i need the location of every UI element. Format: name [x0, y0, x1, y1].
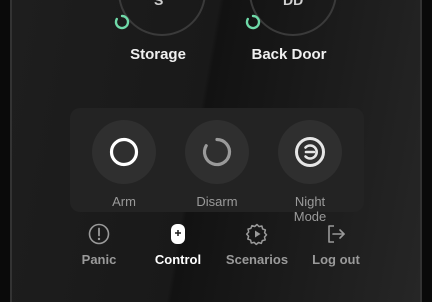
arm-button[interactable]: Arm — [92, 120, 156, 209]
device-glyph: S — [154, 0, 164, 8]
night-mode-circle[interactable] — [278, 120, 342, 184]
device-glyph: DD — [283, 0, 304, 8]
disarm-circle[interactable] — [185, 120, 249, 184]
disarm-label: Disarm — [196, 194, 238, 209]
nav-label: Scenarios — [225, 252, 289, 267]
nav-scenarios[interactable]: Scenarios — [217, 222, 297, 267]
night-mode-icon — [295, 137, 325, 167]
exclamation-circle-icon — [88, 223, 110, 245]
disarm-open-ring-icon — [202, 137, 232, 167]
device-label: Storage — [130, 46, 186, 63]
arm-label: Arm — [112, 194, 136, 209]
remote-control-icon — [171, 224, 185, 244]
device-tile-back-door[interactable]: DD Back Door — [237, 0, 337, 90]
nav-panic[interactable]: Panic — [59, 222, 139, 267]
arm-circle[interactable] — [92, 120, 156, 184]
disarm-button[interactable]: Disarm — [185, 120, 249, 209]
night-mode-label: Night Mode — [293, 194, 327, 224]
nav-label: Control — [154, 252, 202, 267]
nav-label: Panic — [81, 252, 117, 267]
nav-label: Log out — [312, 252, 360, 267]
night-mode-button[interactable]: Night Mode — [278, 120, 342, 224]
scenario-gear-icon — [245, 223, 268, 246]
app-screen: S Storage DD Back Door Arm Disarm Night … — [10, 0, 422, 302]
loading-ring-icon — [114, 14, 130, 30]
device-label: Back Door — [251, 46, 327, 63]
nav-log-out[interactable]: Log out — [296, 222, 376, 267]
arm-ring-icon — [109, 137, 139, 167]
logout-icon — [328, 225, 345, 243]
nav-control[interactable]: Control — [138, 222, 218, 267]
loading-ring-icon — [245, 14, 261, 30]
device-tile-storage[interactable]: S Storage — [106, 0, 206, 90]
security-mode-panel: Arm Disarm Night Mode — [70, 108, 364, 224]
